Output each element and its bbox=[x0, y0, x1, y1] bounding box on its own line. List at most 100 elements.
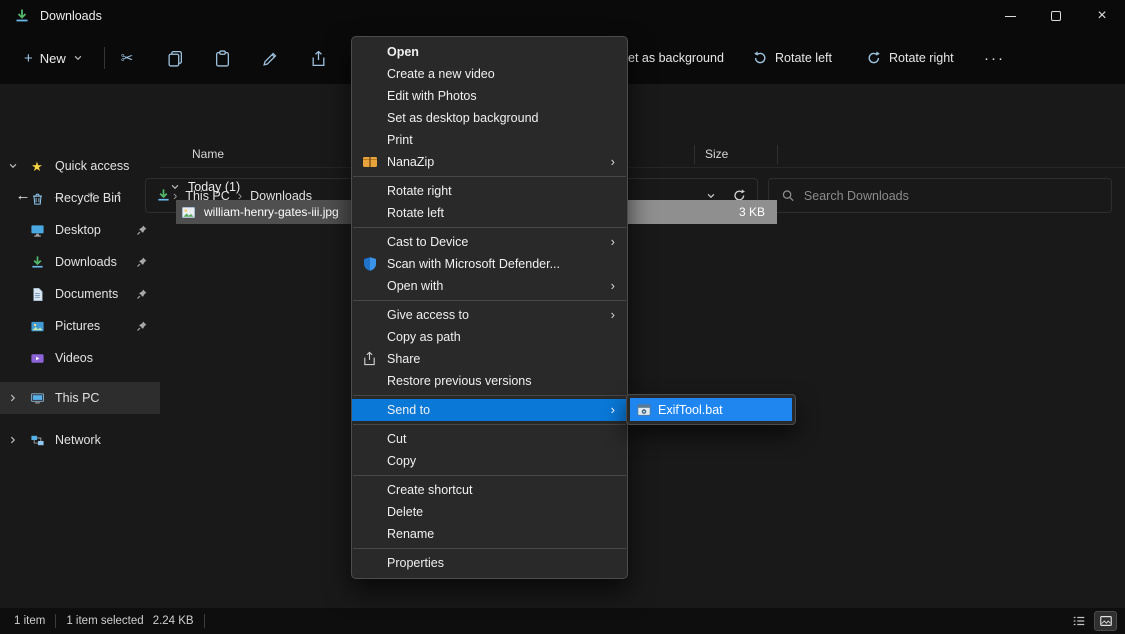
sidebar-item-documents[interactable]: Documents bbox=[0, 278, 160, 310]
videos-icon bbox=[26, 351, 48, 366]
menu-item-open[interactable]: Open bbox=[352, 41, 627, 63]
column-headers: Name Size bbox=[160, 140, 1125, 168]
sidebar-item-desktop[interactable]: Desktop bbox=[0, 214, 160, 246]
paste-button[interactable] bbox=[203, 41, 241, 75]
menu-item-open-with[interactable]: Open with › bbox=[352, 275, 627, 297]
sidebar-item-network[interactable]: Network bbox=[0, 424, 160, 456]
menu-label: Print bbox=[387, 133, 413, 147]
new-button[interactable]: + New bbox=[14, 41, 93, 75]
submenu-arrow-icon: › bbox=[611, 399, 615, 421]
menu-label: Rotate right bbox=[387, 184, 452, 198]
copy-button[interactable] bbox=[156, 41, 194, 75]
scissors-icon: ✂ bbox=[121, 51, 134, 66]
submenu-arrow-icon: › bbox=[611, 231, 615, 253]
menu-item-set-as-desktop-background[interactable]: Set as desktop background bbox=[352, 107, 627, 129]
menu-label: NanaZip bbox=[387, 155, 434, 169]
this-pc-icon bbox=[26, 391, 48, 406]
menu-item-create-a-new-video[interactable]: Create a new video bbox=[352, 63, 627, 85]
column-header-name[interactable]: Name bbox=[192, 147, 224, 161]
sidebar-label: Recycle Bin bbox=[55, 191, 121, 205]
menu-item-cut[interactable]: Cut bbox=[352, 428, 627, 450]
sidebar-item-pictures[interactable]: Pictures bbox=[0, 310, 160, 342]
menu-label: Delete bbox=[387, 505, 423, 519]
minimize-button[interactable] bbox=[987, 0, 1033, 32]
menu-item-copy-as-path[interactable]: Copy as path bbox=[352, 326, 627, 348]
rename-icon bbox=[262, 50, 279, 67]
menu-item-give-access-to[interactable]: Give access to › bbox=[352, 304, 627, 326]
menu-item-scan-with-microsoft-defender[interactable]: Scan with Microsoft Defender... bbox=[352, 253, 627, 275]
details-view-button[interactable] bbox=[1067, 611, 1090, 631]
menu-label: Create a new video bbox=[387, 67, 495, 81]
group-header-today[interactable]: Today (1) bbox=[170, 174, 240, 200]
sidebar-item-quick-access[interactable]: ★ Quick access bbox=[0, 150, 160, 182]
column-divider[interactable] bbox=[777, 145, 778, 164]
menu-separator bbox=[353, 395, 626, 396]
sidebar: ★ Quick access Recycle Bin Desktop Downl… bbox=[0, 138, 160, 608]
selection-info-label: 1 item selected bbox=[66, 615, 143, 627]
downloads-folder-icon bbox=[14, 8, 30, 24]
more-options-button[interactable]: ··· bbox=[984, 32, 1005, 84]
menu-item-share[interactable]: Share bbox=[352, 348, 627, 370]
menu-item-rotate-left[interactable]: Rotate left bbox=[352, 202, 627, 224]
close-button[interactable]: × bbox=[1079, 0, 1125, 32]
batch-file-icon bbox=[637, 403, 651, 417]
send-to-submenu: ExifTool.bat bbox=[626, 394, 796, 425]
menu-item-copy[interactable]: Copy bbox=[352, 450, 627, 472]
rotate-right-button[interactable]: Rotate right bbox=[866, 32, 954, 84]
pictures-icon bbox=[26, 319, 48, 334]
menu-item-rotate-right[interactable]: Rotate right bbox=[352, 180, 627, 202]
menu-item-properties[interactable]: Properties bbox=[352, 552, 627, 574]
menu-label: Create shortcut bbox=[387, 483, 472, 497]
menu-item-rename[interactable]: Rename bbox=[352, 523, 627, 545]
rotate-right-icon bbox=[866, 50, 882, 66]
statusbar-divider bbox=[55, 614, 56, 628]
sidebar-item-recycle-bin[interactable]: Recycle Bin bbox=[0, 182, 160, 214]
menu-label: Properties bbox=[387, 556, 444, 570]
window-title: Downloads bbox=[40, 9, 102, 23]
status-bar: 1 item 1 item selected 2.24 KB bbox=[0, 608, 1125, 634]
sidebar-item-videos[interactable]: Videos bbox=[0, 342, 160, 374]
menu-item-restore-previous-versions[interactable]: Restore previous versions bbox=[352, 370, 627, 392]
sidebar-label: This PC bbox=[55, 391, 99, 405]
submenu-arrow-icon: › bbox=[611, 275, 615, 297]
chevron-down-icon bbox=[0, 161, 26, 171]
menu-label: Rename bbox=[387, 527, 434, 541]
sidebar-label: Network bbox=[55, 433, 101, 447]
menu-label: Send to bbox=[387, 403, 430, 417]
menu-item-print[interactable]: Print bbox=[352, 129, 627, 151]
rename-button[interactable] bbox=[251, 41, 289, 75]
menu-item-nanazip[interactable]: NanaZip › bbox=[352, 151, 627, 173]
maximize-button[interactable] bbox=[1033, 0, 1079, 32]
file-size-cell: 3 KB bbox=[622, 200, 777, 224]
titlebar: Downloads × bbox=[0, 0, 1125, 32]
file-list-pane: Name Size Today (1) william-henry-gates-… bbox=[160, 138, 1125, 608]
rotate-left-button[interactable]: Rotate left bbox=[752, 32, 832, 84]
set-as-background-button[interactable]: et as background bbox=[628, 32, 724, 84]
network-icon bbox=[26, 433, 48, 448]
chevron-right-icon bbox=[0, 393, 26, 403]
sidebar-label: Desktop bbox=[55, 223, 101, 237]
menu-item-create-shortcut[interactable]: Create shortcut bbox=[352, 479, 627, 501]
column-header-size[interactable]: Size bbox=[705, 147, 728, 161]
cut-button[interactable]: ✂ bbox=[108, 41, 146, 75]
thumbnail-view-button[interactable] bbox=[1094, 611, 1117, 631]
sidebar-label: Downloads bbox=[55, 255, 117, 269]
downloads-icon bbox=[26, 255, 48, 270]
sidebar-item-downloads[interactable]: Downloads bbox=[0, 246, 160, 278]
menu-separator bbox=[353, 475, 626, 476]
column-divider[interactable] bbox=[694, 145, 695, 164]
sidebar-item-this-pc[interactable]: This PC bbox=[0, 382, 160, 414]
menu-separator bbox=[353, 227, 626, 228]
share-button[interactable] bbox=[299, 41, 337, 75]
menu-item-delete[interactable]: Delete bbox=[352, 501, 627, 523]
submenu-item-exiftool[interactable]: ExifTool.bat bbox=[630, 398, 792, 421]
menu-label: Copy as path bbox=[387, 330, 461, 344]
nanazip-icon bbox=[362, 154, 378, 170]
menu-item-edit-with-photos[interactable]: Edit with Photos bbox=[352, 85, 627, 107]
menu-separator bbox=[353, 424, 626, 425]
menu-label: Edit with Photos bbox=[387, 89, 477, 103]
menu-item-cast-to-device[interactable]: Cast to Device › bbox=[352, 231, 627, 253]
menu-item-send-to[interactable]: Send to › bbox=[352, 399, 627, 421]
menu-label: Share bbox=[387, 352, 420, 366]
image-file-icon bbox=[181, 205, 196, 220]
